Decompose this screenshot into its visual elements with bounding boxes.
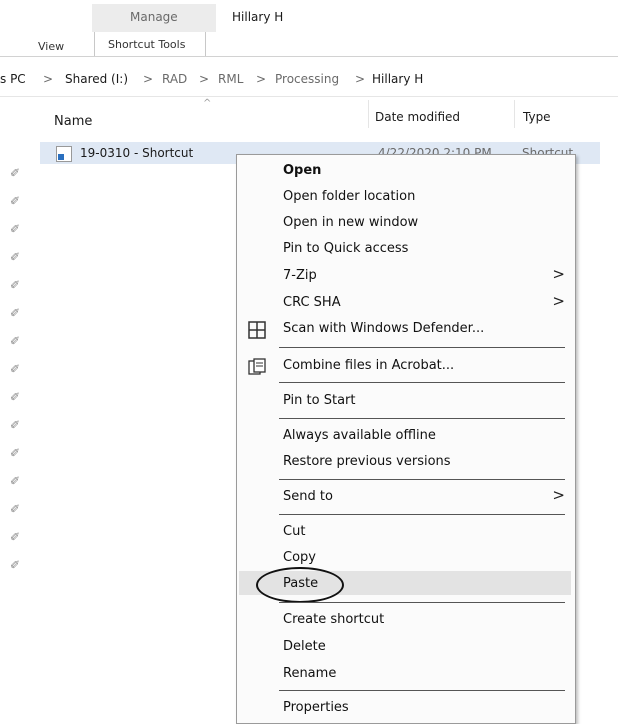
breadcrumb-separator[interactable]: >	[355, 72, 365, 86]
submenu-arrow-icon: >	[552, 292, 565, 310]
menu-item-copy[interactable]: Copy	[283, 550, 316, 565]
pin-icon: ✐	[10, 166, 21, 180]
pin-icon: ✐	[10, 418, 21, 432]
menu-item-rename[interactable]: Rename	[283, 666, 336, 681]
tab-view[interactable]: View	[38, 40, 64, 53]
menu-separator	[279, 418, 565, 419]
window-title: Hillary H	[232, 10, 284, 24]
menu-item-send-to[interactable]: Send to	[283, 489, 333, 504]
breadcrumb: s PC > Shared (I:) > RAD > RML > Process…	[0, 70, 618, 90]
menu-item-cut[interactable]: Cut	[283, 524, 305, 539]
file-name: 19-0310 - Shortcut	[80, 146, 194, 160]
pin-icon: ✐	[10, 530, 21, 544]
column-header-type[interactable]: Type	[523, 110, 551, 124]
pin-icon: ✐	[10, 334, 21, 348]
tab-shortcut-tools[interactable]: Shortcut Tools	[108, 38, 185, 51]
menu-separator	[279, 514, 565, 515]
paste-highlight-circle	[256, 567, 344, 603]
menu-item-properties[interactable]: Properties	[283, 700, 349, 715]
pin-icon: ✐	[10, 222, 21, 236]
acrobat-combine-icon	[247, 357, 267, 377]
pin-icon: ✐	[10, 278, 21, 292]
menu-separator	[279, 602, 565, 603]
breadcrumb-item-rad[interactable]: RAD	[162, 72, 187, 86]
menu-item-scan-defender[interactable]: Scan with Windows Defender...	[283, 321, 484, 336]
breadcrumb-separator[interactable]: >	[256, 72, 266, 86]
column-header-name[interactable]: Name	[54, 114, 92, 129]
column-divider[interactable]	[514, 100, 515, 128]
column-header-date[interactable]: Date modified	[375, 110, 460, 124]
breadcrumb-separator[interactable]: >	[43, 72, 53, 86]
breadcrumb-separator[interactable]: >	[199, 72, 209, 86]
shortcut-file-icon	[56, 146, 72, 162]
menu-item-always-available-offline[interactable]: Always available offline	[283, 428, 436, 443]
address-bar-divider	[0, 96, 618, 97]
breadcrumb-separator[interactable]: >	[143, 72, 153, 86]
submenu-arrow-icon: >	[552, 265, 565, 283]
breadcrumb-item-hillary[interactable]: Hillary H	[372, 72, 423, 86]
menu-item-crc-sha[interactable]: CRC SHA	[283, 295, 341, 310]
pin-icon: ✐	[10, 502, 21, 516]
pin-icon: ✐	[10, 194, 21, 208]
menu-item-open[interactable]: Open	[283, 163, 321, 178]
menu-item-delete[interactable]: Delete	[283, 639, 326, 654]
windows-defender-icon	[247, 320, 267, 340]
breadcrumb-item-shared[interactable]: Shared (I:)	[65, 72, 128, 86]
menu-item-combine-acrobat[interactable]: Combine files in Acrobat...	[283, 358, 454, 373]
sort-ascending-icon: ^	[203, 98, 212, 109]
pin-icon: ✐	[10, 474, 21, 488]
submenu-arrow-icon: >	[552, 486, 565, 504]
breadcrumb-item-processing[interactable]: Processing	[275, 72, 339, 86]
tab-manage[interactable]: Manage	[130, 10, 178, 24]
pin-icon: ✐	[10, 250, 21, 264]
menu-item-pin-quick-access[interactable]: Pin to Quick access	[283, 241, 408, 256]
menu-separator	[279, 382, 565, 383]
pin-icon: ✐	[10, 390, 21, 404]
pin-icon: ✐	[10, 306, 21, 320]
breadcrumb-item-this-pc[interactable]: s PC	[0, 72, 26, 86]
column-divider[interactable]	[368, 100, 369, 128]
menu-item-create-shortcut[interactable]: Create shortcut	[283, 612, 384, 627]
pin-icon: ✐	[10, 558, 21, 572]
menu-item-restore-previous-versions[interactable]: Restore previous versions	[283, 454, 451, 469]
pin-icon: ✐	[10, 362, 21, 376]
menu-item-pin-to-start[interactable]: Pin to Start	[283, 393, 355, 408]
pin-icon: ✐	[10, 446, 21, 460]
menu-separator	[279, 690, 565, 691]
menu-separator	[279, 479, 565, 480]
menu-item-open-folder-location[interactable]: Open folder location	[283, 189, 415, 204]
menu-separator	[279, 347, 565, 348]
menu-item-open-new-window[interactable]: Open in new window	[283, 215, 418, 230]
context-menu: Open Open folder location Open in new wi…	[236, 154, 576, 724]
ribbon-divider	[0, 56, 618, 57]
breadcrumb-item-rml[interactable]: RML	[218, 72, 243, 86]
menu-item-7zip[interactable]: 7-Zip	[283, 268, 317, 283]
